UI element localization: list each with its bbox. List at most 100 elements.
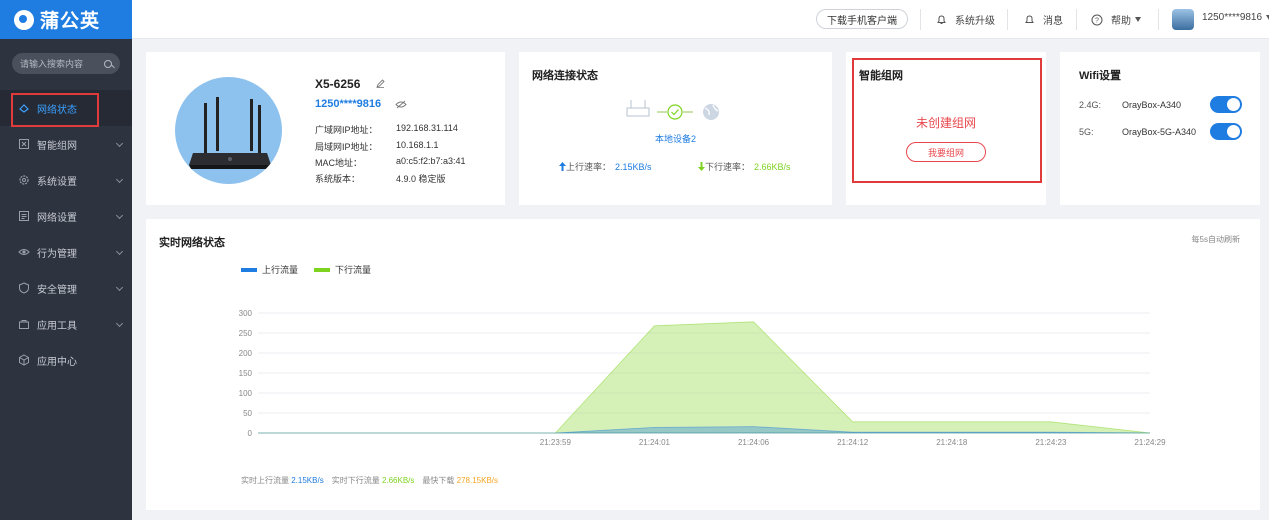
wifi-band-label: 2.4G: (1079, 100, 1102, 110)
y-tick-label: 0 (248, 429, 253, 438)
upload-value: 2.15KB/s (615, 161, 652, 172)
x-tick-label: 21:24:12 (837, 438, 869, 447)
sidebar-item-label: 智能组网 (37, 140, 77, 152)
sidebar-item-behavior[interactable]: 行为管理 (0, 234, 132, 270)
footer-down: 实时下行流量 2.66KB/s (332, 475, 415, 486)
divider (1007, 9, 1008, 30)
sidebar-item-network-status[interactable]: 网络状态 (0, 90, 132, 127)
help-menu[interactable]: ? 帮助 (1091, 12, 1141, 27)
chevron-down-icon (115, 211, 124, 220)
help-icon: ? (1091, 14, 1103, 25)
arrow-down-icon (698, 162, 705, 171)
messages-label: 消息 (1043, 16, 1063, 27)
toolbox-icon (19, 320, 29, 329)
sidebar-item-security[interactable]: 安全管理 (0, 270, 132, 306)
network-status-icon (19, 104, 29, 113)
sidebar-item-tools[interactable]: 应用工具 (0, 306, 132, 342)
wifi-24g-toggle[interactable] (1210, 96, 1242, 113)
app-name: 蒲公英 (40, 11, 101, 32)
download-app-button[interactable]: 下载手机客户端 (816, 9, 908, 29)
sidebar-item-system-settings[interactable]: 系统设置 (0, 162, 132, 198)
mesh-icon (19, 139, 29, 149)
cube-icon (19, 354, 29, 366)
chevron-down-icon (115, 319, 124, 328)
realtime-network-card: 实时网络状态 每5s自动刷新 上行流量 下行流量 0 50 100 150 200 250… (146, 219, 1260, 510)
x-tick-label: 21:23:59 (540, 438, 572, 447)
x-tick-label: 21:24:18 (936, 438, 968, 447)
x-tick-label: 21:24:29 (1134, 438, 1166, 447)
y-tick-label: 50 (243, 409, 252, 418)
local-device-link[interactable]: 本地设备2 (519, 132, 832, 145)
y-tick-label: 250 (239, 329, 253, 338)
footer-up-value: 2.15KB/s (291, 476, 324, 485)
download-label: 下行速率： (705, 162, 751, 172)
system-upgrade-button[interactable]: 系统升级 (936, 12, 995, 27)
x-tick-label: 21:24:06 (738, 438, 770, 447)
device-sn: 1250****9816 (315, 98, 382, 110)
card-title: 智能组网 (859, 70, 903, 82)
divider (1076, 9, 1077, 30)
chevron-down-icon (115, 139, 124, 148)
wifi-ssid: OrayBox-A340 (1122, 100, 1182, 110)
sidebar-item-label: 系统设置 (37, 176, 77, 188)
footer-up: 实时上行流量 2.15KB/s (241, 475, 324, 486)
version-label: 系统版本： (315, 174, 361, 184)
traffic-chart: 0 50 100 150 200 250 300 21:23:59 21:24:01 21:24:… (239, 309, 1166, 447)
device-name: X5-6256 (315, 77, 361, 91)
chevron-down-icon (115, 175, 124, 184)
device-card: X5-6256 1250****9816 广域网IP地址： 192.168.31… (146, 52, 505, 205)
messages-button[interactable]: 消息 (1024, 12, 1063, 27)
wifi-5g-toggle[interactable] (1210, 123, 1242, 140)
sidebar-item-app-center[interactable]: 应用中心 (0, 342, 132, 378)
wifi-band-label: 5G: (1079, 127, 1094, 137)
y-tick-label: 100 (239, 389, 253, 398)
search-placeholder: 请输入搜索内容 (20, 59, 84, 69)
edit-icon[interactable] (376, 79, 385, 88)
version-value: 4.9.0 稳定版 (396, 174, 446, 184)
card-title: Wifi设置 (1079, 70, 1122, 82)
mesh-status: 未创建组网 (915, 116, 976, 130)
hide-eye-icon[interactable] (395, 100, 407, 109)
sidebar: 蒲公英 请输入搜索内容 网络状态 智能组网 系统设置 网络设置 行为管理 安全管… (0, 0, 132, 520)
create-mesh-button[interactable]: 我要组网 (906, 142, 986, 162)
divider (1158, 9, 1159, 30)
chevron-down-icon (115, 283, 124, 292)
mac-value: a0:c5:f2:b7:a3:41 (396, 156, 466, 166)
user-name: 1250****9816 (1202, 12, 1263, 23)
download-speed: 下行速率： 2.66KB/s (698, 160, 791, 173)
chevron-down-icon (115, 247, 124, 256)
sidebar-item-mesh[interactable]: 智能组网 (0, 126, 132, 162)
upgrade-label: 系统升级 (955, 16, 995, 27)
sidebar-nav: 网络状态 智能组网 系统设置 网络设置 行为管理 安全管理 应用工具 应用中心 (0, 90, 132, 378)
arrow-up-icon (559, 162, 566, 171)
realtime-footer: 实时上行流量 2.15KB/s 实时下行流量 2.66KB/s 最快下载 278… (241, 475, 498, 486)
search-icon[interactable] (104, 59, 112, 68)
router-image (175, 77, 282, 184)
sidebar-item-network-settings[interactable]: 网络设置 (0, 198, 132, 234)
divider (920, 9, 921, 30)
y-tick-label: 150 (239, 369, 253, 378)
y-tick-label: 200 (239, 349, 253, 358)
mesh-card: 智能组网 未创建组网 我要组网 (846, 52, 1046, 205)
sidebar-item-label: 网络设置 (37, 212, 77, 224)
y-tick-label: 300 (239, 309, 253, 318)
network-status-card: 网络连接状态 本地设备2 上行速率： 2.15KB/s 下行速率： 2.66KB… (519, 52, 832, 205)
eye-icon (18, 249, 30, 255)
sidebar-item-label: 网络状态 (37, 104, 77, 116)
card-title: 网络连接状态 (532, 70, 598, 82)
wan-ip-label: 广域网IP地址： (315, 125, 378, 135)
upload-speed: 上行速率： 2.15KB/s (559, 160, 652, 173)
sidebar-item-label: 应用工具 (37, 320, 77, 332)
network-settings-icon (19, 211, 29, 221)
download-value: 2.66KB/s (754, 161, 791, 172)
sidebar-item-label: 应用中心 (37, 356, 77, 368)
user-menu[interactable]: 1250****9816 (1202, 12, 1269, 23)
x-tick-label: 21:24:01 (639, 438, 671, 447)
wan-ip-value: 192.168.31.114 (396, 123, 458, 133)
app-logo[interactable]: 蒲公英 (0, 0, 132, 39)
footer-peak: 最快下载 278.15KB/s (422, 475, 498, 486)
footer-peak-label: 最快下载 (422, 476, 455, 485)
help-label: 帮助 (1111, 16, 1131, 27)
avatar[interactable] (1172, 9, 1194, 30)
sidebar-search-input[interactable]: 请输入搜索内容 (12, 53, 120, 74)
